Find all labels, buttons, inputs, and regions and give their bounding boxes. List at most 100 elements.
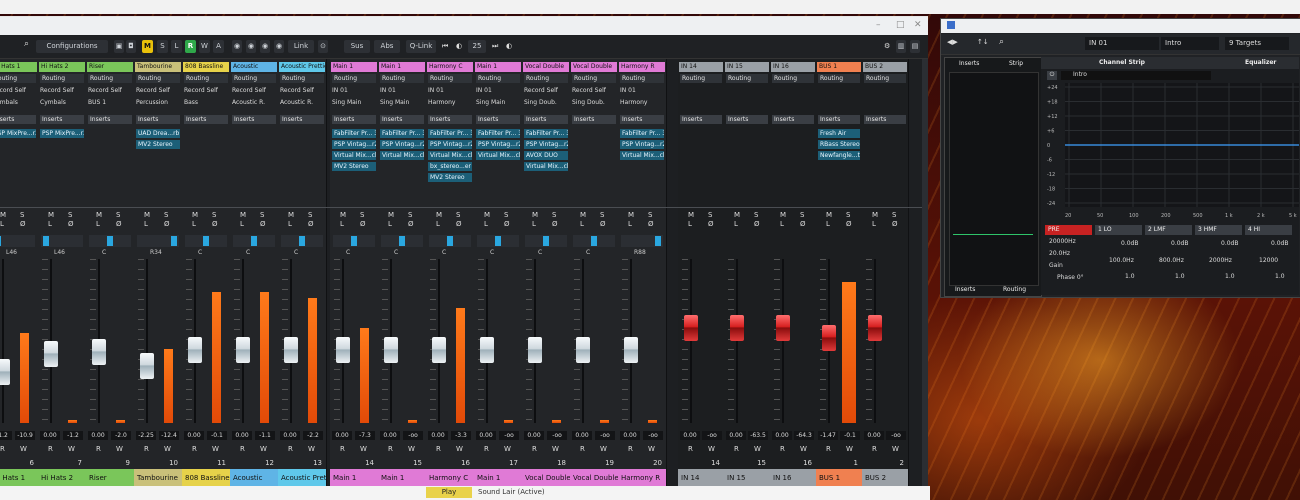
listen-button[interactable]: L: [628, 220, 632, 228]
read-button[interactable]: R: [436, 445, 441, 453]
insert-slot[interactable]: bx_stereo...er: [428, 162, 472, 171]
solo-button[interactable]: S: [552, 211, 556, 219]
write-button[interactable]: W: [116, 445, 123, 453]
write-button[interactable]: W: [892, 445, 899, 453]
listen-button[interactable]: L: [436, 220, 440, 228]
input-routing[interactable]: Record Self: [572, 86, 616, 95]
phase-icon[interactable]: Ø: [360, 220, 366, 228]
write-button[interactable]: W: [164, 445, 171, 453]
strip-bypass-icon[interactable]: ◉: [274, 40, 284, 53]
input-routing[interactable]: Record Self: [136, 86, 180, 95]
volume-fader[interactable]: [684, 315, 698, 341]
read-button[interactable]: R: [240, 445, 245, 453]
input-routing[interactable]: IN 01: [380, 86, 424, 95]
mute-button[interactable]: M: [436, 211, 442, 219]
inserts-header[interactable]: Inserts: [726, 115, 768, 124]
input-routing[interactable]: Record Self: [88, 86, 132, 95]
listen-all-button[interactable]: L: [171, 40, 182, 53]
mute-button[interactable]: M: [288, 211, 294, 219]
solo-button[interactable]: S: [754, 211, 758, 219]
phase-icon[interactable]: Ø: [116, 220, 122, 228]
pan-control[interactable]: [525, 235, 567, 247]
volume-value[interactable]: -1.47: [818, 431, 838, 440]
filter-icon[interactable]: ◐: [506, 42, 512, 50]
input-routing[interactable]: Record Self: [0, 86, 36, 95]
volume-fader[interactable]: [44, 341, 58, 367]
tab-bottom-inserts[interactable]: Inserts: [955, 286, 975, 293]
solo-button[interactable]: S: [212, 211, 216, 219]
volume-fader[interactable]: [480, 337, 494, 363]
listen-button[interactable]: L: [144, 220, 148, 228]
volume-value[interactable]: 0.00: [680, 431, 700, 440]
solo-button[interactable]: S: [648, 211, 652, 219]
sends-bypass-icon[interactable]: ◉: [260, 40, 270, 53]
inserts-header[interactable]: Inserts: [232, 115, 276, 124]
volume-fader[interactable]: [284, 337, 298, 363]
output-routing[interactable]: Sing Doub.: [524, 98, 568, 107]
listen-button[interactable]: L: [826, 220, 830, 228]
output-routing[interactable]: Acoustic R.: [232, 98, 276, 107]
channel-name[interactable]: Main 1: [379, 62, 425, 72]
track-name-field[interactable]: Intro: [1161, 37, 1219, 50]
channel-name[interactable]: Vocal Double: [571, 62, 617, 72]
gear-icon[interactable]: ⚙: [884, 42, 890, 50]
read-button[interactable]: R: [580, 445, 585, 453]
volume-value[interactable]: 0.00: [864, 431, 884, 440]
output-routing[interactable]: Percussion: [136, 98, 180, 107]
write-button[interactable]: W: [708, 445, 715, 453]
insert-slot[interactable]: MV2 Stereo: [332, 162, 376, 171]
write-button[interactable]: W: [648, 445, 655, 453]
pan-control[interactable]: [381, 235, 423, 247]
read-button[interactable]: R: [340, 445, 345, 453]
channel-name[interactable]: Vocal Double: [523, 62, 569, 72]
insert-slot[interactable]: PSP Vintag...r2: [620, 140, 664, 149]
solo-button[interactable]: S: [800, 211, 804, 219]
read-button[interactable]: R: [688, 445, 693, 453]
write-button[interactable]: W: [456, 445, 463, 453]
output-name[interactable]: IN 15: [725, 62, 769, 72]
volume-value[interactable]: 0.00: [280, 431, 300, 440]
pan-control[interactable]: [281, 235, 323, 247]
output-routing[interactable]: Sing Main: [332, 98, 376, 107]
volume-value[interactable]: 0.00: [184, 431, 204, 440]
inserts-header[interactable]: Inserts: [380, 115, 424, 124]
output-routing[interactable]: Sing Main: [476, 98, 520, 107]
prev-icon[interactable]: ⏮: [442, 42, 448, 51]
output-name[interactable]: BUS 1: [817, 62, 861, 72]
mute-button[interactable]: M: [388, 211, 394, 219]
listen-button[interactable]: L: [388, 220, 392, 228]
insert-slot[interactable]: FabFilter Pr... 3: [524, 129, 568, 138]
write-all-button[interactable]: W: [199, 40, 210, 53]
tab-strip[interactable]: Strip: [1009, 60, 1023, 67]
eq-band-frequency[interactable]: 100.0Hz: [1109, 257, 1134, 264]
phase-icon[interactable]: Ø: [212, 220, 218, 228]
write-button[interactable]: W: [360, 445, 367, 453]
volume-value[interactable]: 0.00: [380, 431, 400, 440]
phase-icon[interactable]: Ø: [754, 220, 760, 228]
volume-fader[interactable]: [624, 337, 638, 363]
channel-name[interactable]: Hi Hats 1: [0, 62, 37, 72]
pan-control[interactable]: [621, 235, 663, 247]
volume-value[interactable]: -1.2: [0, 431, 12, 440]
inserts-header[interactable]: Inserts: [136, 115, 180, 124]
phase-icon[interactable]: Ø: [456, 220, 462, 228]
maximize-icon[interactable]: □: [896, 20, 906, 30]
channel-name[interactable]: Main 1: [331, 62, 377, 72]
volume-value[interactable]: 0.00: [772, 431, 792, 440]
layout-icon[interactable]: ▥: [896, 40, 906, 53]
pan-control[interactable]: [137, 235, 179, 247]
listen-button[interactable]: L: [192, 220, 196, 228]
automation-button[interactable]: A: [213, 40, 224, 53]
output-name[interactable]: IN 14: [679, 62, 723, 72]
inserts-header[interactable]: Inserts: [332, 115, 376, 124]
mute-button[interactable]: M: [0, 211, 6, 219]
minimize-icon[interactable]: –: [876, 20, 886, 30]
listen-button[interactable]: L: [872, 220, 876, 228]
eq-band-frequency[interactable]: 2000Hz: [1209, 257, 1232, 264]
phase-icon[interactable]: Ø: [800, 220, 806, 228]
volume-value[interactable]: 0.00: [332, 431, 352, 440]
output-name[interactable]: IN 16: [771, 62, 815, 72]
listen-button[interactable]: L: [688, 220, 692, 228]
inserts-header[interactable]: Inserts: [40, 115, 84, 124]
bypass-icon[interactable]: ◉: [232, 40, 242, 53]
